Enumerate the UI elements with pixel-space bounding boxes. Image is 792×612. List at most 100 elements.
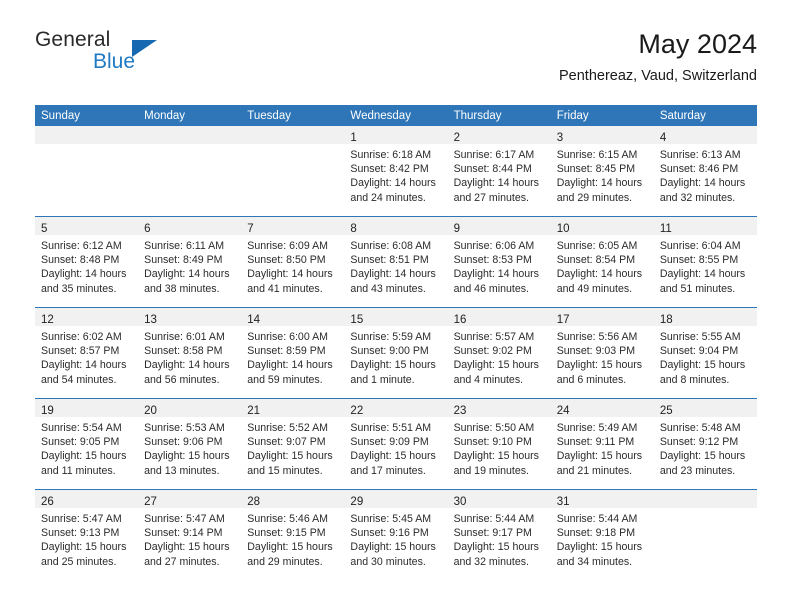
- day-detail-line: and 8 minutes.: [659, 373, 730, 386]
- day-number: 13: [144, 314, 157, 326]
- day-detail-line: Sunrise: 5:45 AM: [350, 513, 432, 525]
- day-number: 18: [659, 314, 673, 326]
- day-details: [35, 144, 138, 148]
- calendar-week-row: 1 Sunrise: 6:18 AM Sunset: 8:42 PM Daylight…: [35, 126, 757, 216]
- day-detail-line: Daylight: 14 hours: [556, 177, 643, 190]
- day-number: 14: [247, 314, 261, 326]
- calendar-day-cell[interactable]: 24 Sunrise: 5:49 AM Sunset: 9:11 PM Dayligh…: [550, 399, 654, 489]
- day-number-band: 29: [344, 490, 448, 508]
- day-number: 25: [659, 405, 673, 417]
- day-number-band: 9: [447, 217, 551, 235]
- day-detail-line: Sunrise: 5:53 AM: [144, 422, 225, 434]
- day-detail-line: Sunset: 8:48 PM: [41, 254, 120, 267]
- calendar-day-cell[interactable]: 7 Sunrise: 6:09 AM Sunset: 8:50 PM Daylight…: [241, 217, 345, 307]
- day-number-band: 11: [653, 217, 757, 235]
- day-detail-line: Daylight: 15 hours: [556, 541, 643, 554]
- day-detail-line: Sunrise: 5:47 AM: [41, 513, 122, 525]
- day-detail-line: Sunrise: 5:50 AM: [453, 422, 535, 434]
- day-details: Sunrise: 6:04 AM Sunset: 8:55 PM Daylight:…: [654, 235, 757, 296]
- day-number-band: 7: [241, 217, 345, 235]
- day-detail-line: and 32 minutes.: [659, 191, 736, 204]
- calendar-day-cell[interactable]: 26 Sunrise: 5:47 AM Sunset: 9:13 PM Dayligh…: [35, 490, 139, 580]
- calendar-day-cell[interactable]: 3 Sunrise: 6:15 AM Sunset: 8:45 PM Daylight…: [550, 126, 654, 216]
- day-detail-line: Sunset: 9:16 PM: [350, 527, 429, 540]
- day-detail-line: and 1 minute.: [350, 373, 415, 386]
- day-number-band: [241, 126, 345, 144]
- calendar-day-cell[interactable]: 30 Sunrise: 5:44 AM Sunset: 9:17 PM Dayligh…: [447, 490, 551, 580]
- calendar-day-cell[interactable]: 25 Sunrise: 5:48 AM Sunset: 9:12 PM Dayligh…: [653, 399, 757, 489]
- day-detail-line: Sunset: 8:54 PM: [556, 254, 636, 267]
- day-number: 27: [144, 496, 157, 508]
- calendar-day-cell[interactable]: 13 Sunrise: 6:01 AM Sunset: 8:58 PM Dayligh…: [138, 308, 242, 398]
- calendar-day-cell[interactable]: 28 Sunrise: 5:46 AM Sunset: 9:15 PM Dayligh…: [241, 490, 345, 580]
- day-detail-line: Sunset: 8:46 PM: [659, 163, 739, 176]
- day-detail-line: Sunrise: 5:51 AM: [350, 422, 432, 434]
- logo-text-general: General: [35, 28, 111, 51]
- day-detail-line: Daylight: 14 hours: [556, 268, 643, 281]
- day-number-band: 19: [35, 399, 139, 417]
- day-detail-line: Sunrise: 6:15 AM: [556, 149, 638, 161]
- calendar-day-cell[interactable]: 9 Sunrise: 6:06 AM Sunset: 8:53 PM Daylight…: [447, 217, 551, 307]
- day-detail-line: and 11 minutes.: [41, 464, 116, 477]
- title-block: May 2024 Penthereaz, Vaud, Switzerland: [559, 28, 757, 86]
- calendar-day-cell[interactable]: 19 Sunrise: 5:54 AM Sunset: 9:05 PM Dayligh…: [35, 399, 139, 489]
- calendar-day-cell[interactable]: 12 Sunrise: 6:02 AM Sunset: 8:57 PM Dayligh…: [35, 308, 139, 398]
- day-detail-line: Sunset: 8:45 PM: [556, 163, 636, 176]
- day-detail-line: Sunset: 8:53 PM: [453, 254, 532, 267]
- general-blue-logo[interactable]: General Blue: [35, 28, 235, 84]
- calendar-day-cell[interactable]: 6 Sunrise: 6:11 AM Sunset: 8:49 PM Daylight…: [138, 217, 242, 307]
- calendar-empty-cell: [35, 126, 139, 216]
- calendar-day-cell[interactable]: 31 Sunrise: 5:44 AM Sunset: 9:18 PM Dayligh…: [550, 490, 654, 580]
- day-number-band: 3: [550, 126, 654, 144]
- day-number-band: 30: [447, 490, 551, 508]
- day-detail-line: and 51 minutes.: [659, 282, 736, 295]
- calendar-day-cell[interactable]: 11 Sunrise: 6:04 AM Sunset: 8:55 PM Dayligh…: [653, 217, 757, 307]
- day-detail-line: and 35 minutes.: [41, 282, 117, 295]
- day-detail-line: Sunrise: 6:11 AM: [144, 240, 225, 252]
- calendar-day-cell[interactable]: 17 Sunrise: 5:56 AM Sunset: 9:03 PM Dayligh…: [550, 308, 654, 398]
- calendar-day-cell[interactable]: 22 Sunrise: 5:51 AM Sunset: 9:09 PM Dayligh…: [344, 399, 448, 489]
- day-number: 4: [659, 132, 667, 144]
- calendar-day-cell[interactable]: 21 Sunrise: 5:52 AM Sunset: 9:07 PM Dayligh…: [241, 399, 345, 489]
- day-details: Sunrise: 5:55 AM Sunset: 9:04 PM Daylight:…: [654, 326, 757, 387]
- calendar-day-cell[interactable]: 15 Sunrise: 5:59 AM Sunset: 9:00 PM Dayligh…: [344, 308, 448, 398]
- day-number-band: 16: [447, 308, 551, 326]
- calendar-day-cell[interactable]: 18 Sunrise: 5:55 AM Sunset: 9:04 PM Dayligh…: [653, 308, 757, 398]
- day-details: Sunrise: 6:09 AM Sunset: 8:50 PM Daylight:…: [241, 235, 344, 296]
- day-detail-line: Sunrise: 5:55 AM: [659, 331, 741, 343]
- day-number: 20: [144, 405, 157, 417]
- day-detail-line: Daylight: 15 hours: [41, 541, 127, 554]
- day-detail-line: and 43 minutes.: [350, 282, 426, 295]
- calendar-day-cell[interactable]: 16 Sunrise: 5:57 AM Sunset: 9:02 PM Dayligh…: [447, 308, 551, 398]
- calendar-day-cell[interactable]: 1 Sunrise: 6:18 AM Sunset: 8:42 PM Daylight…: [344, 126, 448, 216]
- day-details: Sunrise: 5:44 AM Sunset: 9:18 PM Daylight:…: [551, 508, 654, 569]
- calendar-day-cell[interactable]: 23 Sunrise: 5:50 AM Sunset: 9:10 PM Dayligh…: [447, 399, 551, 489]
- day-detail-line: Sunset: 9:04 PM: [659, 345, 739, 358]
- day-detail-line: Sunset: 9:18 PM: [556, 527, 636, 540]
- calendar-day-cell[interactable]: 29 Sunrise: 5:45 AM Sunset: 9:16 PM Dayligh…: [344, 490, 448, 580]
- day-detail-line: and 21 minutes.: [556, 464, 633, 477]
- day-detail-line: Daylight: 14 hours: [41, 268, 127, 281]
- day-details: [138, 144, 241, 148]
- calendar-day-cell[interactable]: 14 Sunrise: 6:00 AM Sunset: 8:59 PM Dayligh…: [241, 308, 345, 398]
- calendar-day-cell[interactable]: 2 Sunrise: 6:17 AM Sunset: 8:44 PM Daylight…: [447, 126, 551, 216]
- day-detail-line: Sunset: 9:14 PM: [144, 527, 223, 540]
- calendar-week-row: 12 Sunrise: 6:02 AM Sunset: 8:57 PM Dayligh…: [35, 307, 757, 398]
- calendar-day-cell[interactable]: 20 Sunrise: 5:53 AM Sunset: 9:06 PM Dayligh…: [138, 399, 242, 489]
- day-detail-line: Sunset: 9:17 PM: [453, 527, 532, 540]
- calendar-day-cell[interactable]: 4 Sunrise: 6:13 AM Sunset: 8:46 PM Daylight…: [653, 126, 757, 216]
- day-detail-line: Daylight: 15 hours: [144, 450, 230, 463]
- day-detail-line: Daylight: 15 hours: [556, 450, 643, 463]
- day-number-band: 21: [241, 399, 345, 417]
- day-details: Sunrise: 6:05 AM Sunset: 8:54 PM Daylight:…: [551, 235, 654, 296]
- calendar-day-cell[interactable]: 5 Sunrise: 6:12 AM Sunset: 8:48 PM Daylight…: [35, 217, 139, 307]
- day-detail-line: Sunset: 8:49 PM: [144, 254, 223, 267]
- calendar-day-cell[interactable]: 8 Sunrise: 6:08 AM Sunset: 8:51 PM Daylight…: [344, 217, 448, 307]
- day-detail-line: Daylight: 15 hours: [350, 359, 436, 372]
- day-detail-line: Sunrise: 5:46 AM: [247, 513, 328, 525]
- day-detail-line: Daylight: 15 hours: [350, 541, 436, 554]
- day-detail-line: Daylight: 15 hours: [247, 541, 333, 554]
- calendar-day-cell[interactable]: 10 Sunrise: 6:05 AM Sunset: 8:54 PM Dayligh…: [550, 217, 654, 307]
- day-detail-line: Daylight: 15 hours: [453, 450, 539, 463]
- calendar-day-cell[interactable]: 27 Sunrise: 5:47 AM Sunset: 9:14 PM Dayligh…: [138, 490, 242, 580]
